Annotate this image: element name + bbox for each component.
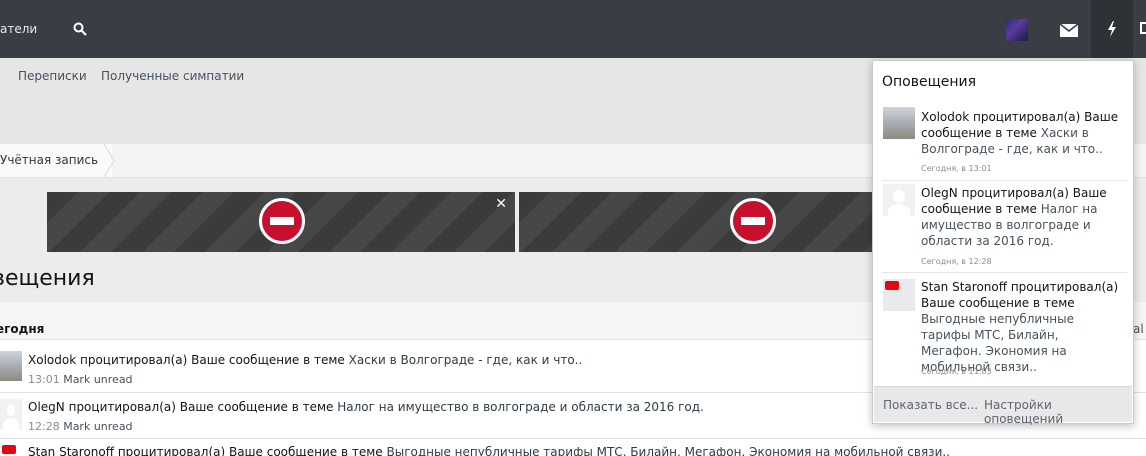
partial-icon[interactable] xyxy=(1140,22,1146,34)
no-entry-icon xyxy=(730,198,776,244)
dropdown-alert-item[interactable]: Xolodok процитировал(а) Ваше сообщение в… xyxy=(882,107,1127,181)
thread-link[interactable]: Хаски в Волгограде - где, как и что.. xyxy=(349,353,583,367)
action-text: процитировал(а) Ваше сообщение в теме xyxy=(79,353,345,367)
envelope-icon[interactable] xyxy=(1057,19,1081,41)
subnav-item-likes-received[interactable]: Полученные симпатии xyxy=(101,69,244,83)
alert-settings-link[interactable]: Настройки оповещений xyxy=(984,398,1132,426)
avatar[interactable] xyxy=(0,443,22,456)
show-all-link[interactable]: Показать все... xyxy=(883,398,978,412)
alerts-dropdown: Оповещения Xolodok процитировал(а) Ваше … xyxy=(872,60,1134,426)
alert-time: Сегодня, в 13:01 xyxy=(921,164,992,173)
header-right-text[interactable]: al xyxy=(1133,322,1144,336)
username[interactable]: Xolodok xyxy=(28,353,76,367)
subnav-item-conversations[interactable]: Переписки xyxy=(18,69,87,83)
breadcrumb-label: Учётная запись xyxy=(0,153,99,167)
thread-link[interactable]: Налог на имущество в волгограде и област… xyxy=(337,400,704,414)
mark-unread-link[interactable]: Mark unread xyxy=(63,373,132,386)
list-item: Stan Staronoff процитировал(а) Ваше сооб… xyxy=(0,439,1146,456)
time: 12:28 xyxy=(28,420,60,433)
top-navbar: атели xyxy=(0,0,1146,58)
username[interactable]: Stan Staronoff xyxy=(28,445,114,456)
blocked-ad-banner: ✕ xyxy=(47,192,515,252)
action-text: процитировал(а) Ваше сообщение в теме xyxy=(68,400,334,414)
username[interactable]: Xolodok xyxy=(921,110,969,124)
action-text: процитировал(а) Ваше сообщение в теме xyxy=(117,445,383,456)
time: 13:01 xyxy=(28,373,60,386)
avatar[interactable] xyxy=(0,399,22,429)
alerts-button[interactable] xyxy=(1091,0,1133,58)
breadcrumb-item-account[interactable]: Учётная запись xyxy=(0,144,112,177)
nav-link-members[interactable]: атели xyxy=(0,22,37,36)
search-icon[interactable] xyxy=(70,19,90,39)
dropdown-alert-item[interactable]: Stan Staronoff процитировал(а) Ваше сооб… xyxy=(882,277,1127,383)
dropdown-footer: Показать все... Настройки оповещений xyxy=(874,386,1132,426)
bolt-icon xyxy=(1108,21,1116,37)
dropdown-title: Оповещения xyxy=(882,74,977,90)
alert-time: Сегодня, в 11:03 xyxy=(921,367,992,376)
alert-time: Сегодня, в 12:28 xyxy=(921,257,992,266)
breadcrumb-arrow xyxy=(103,144,115,177)
avatar[interactable] xyxy=(0,351,22,381)
username[interactable]: OlegN xyxy=(921,186,958,200)
thread-link[interactable]: Выгодные непубличные тарифы МТС, Билайн,… xyxy=(386,445,950,456)
page-title: вещения xyxy=(0,266,95,291)
dropdown-alert-item[interactable]: OlegN процитировал(а) Ваше сообщение в т… xyxy=(882,183,1127,273)
avatar[interactable] xyxy=(883,279,915,311)
avatar[interactable] xyxy=(883,107,915,139)
mark-unread-link[interactable]: Mark unread xyxy=(63,420,132,433)
day-label: егодня xyxy=(0,322,45,336)
blocked-ad-banner xyxy=(519,192,879,252)
close-icon[interactable]: ✕ xyxy=(495,196,507,212)
no-entry-icon xyxy=(259,198,305,244)
username[interactable]: OlegN xyxy=(28,400,65,414)
user-avatar[interactable] xyxy=(1006,19,1028,41)
username[interactable]: Stan Staronoff xyxy=(921,280,1007,294)
avatar[interactable] xyxy=(883,184,915,216)
thread-link[interactable]: Выгодные непубличные тарифы МТС, Билайн,… xyxy=(921,312,1074,374)
